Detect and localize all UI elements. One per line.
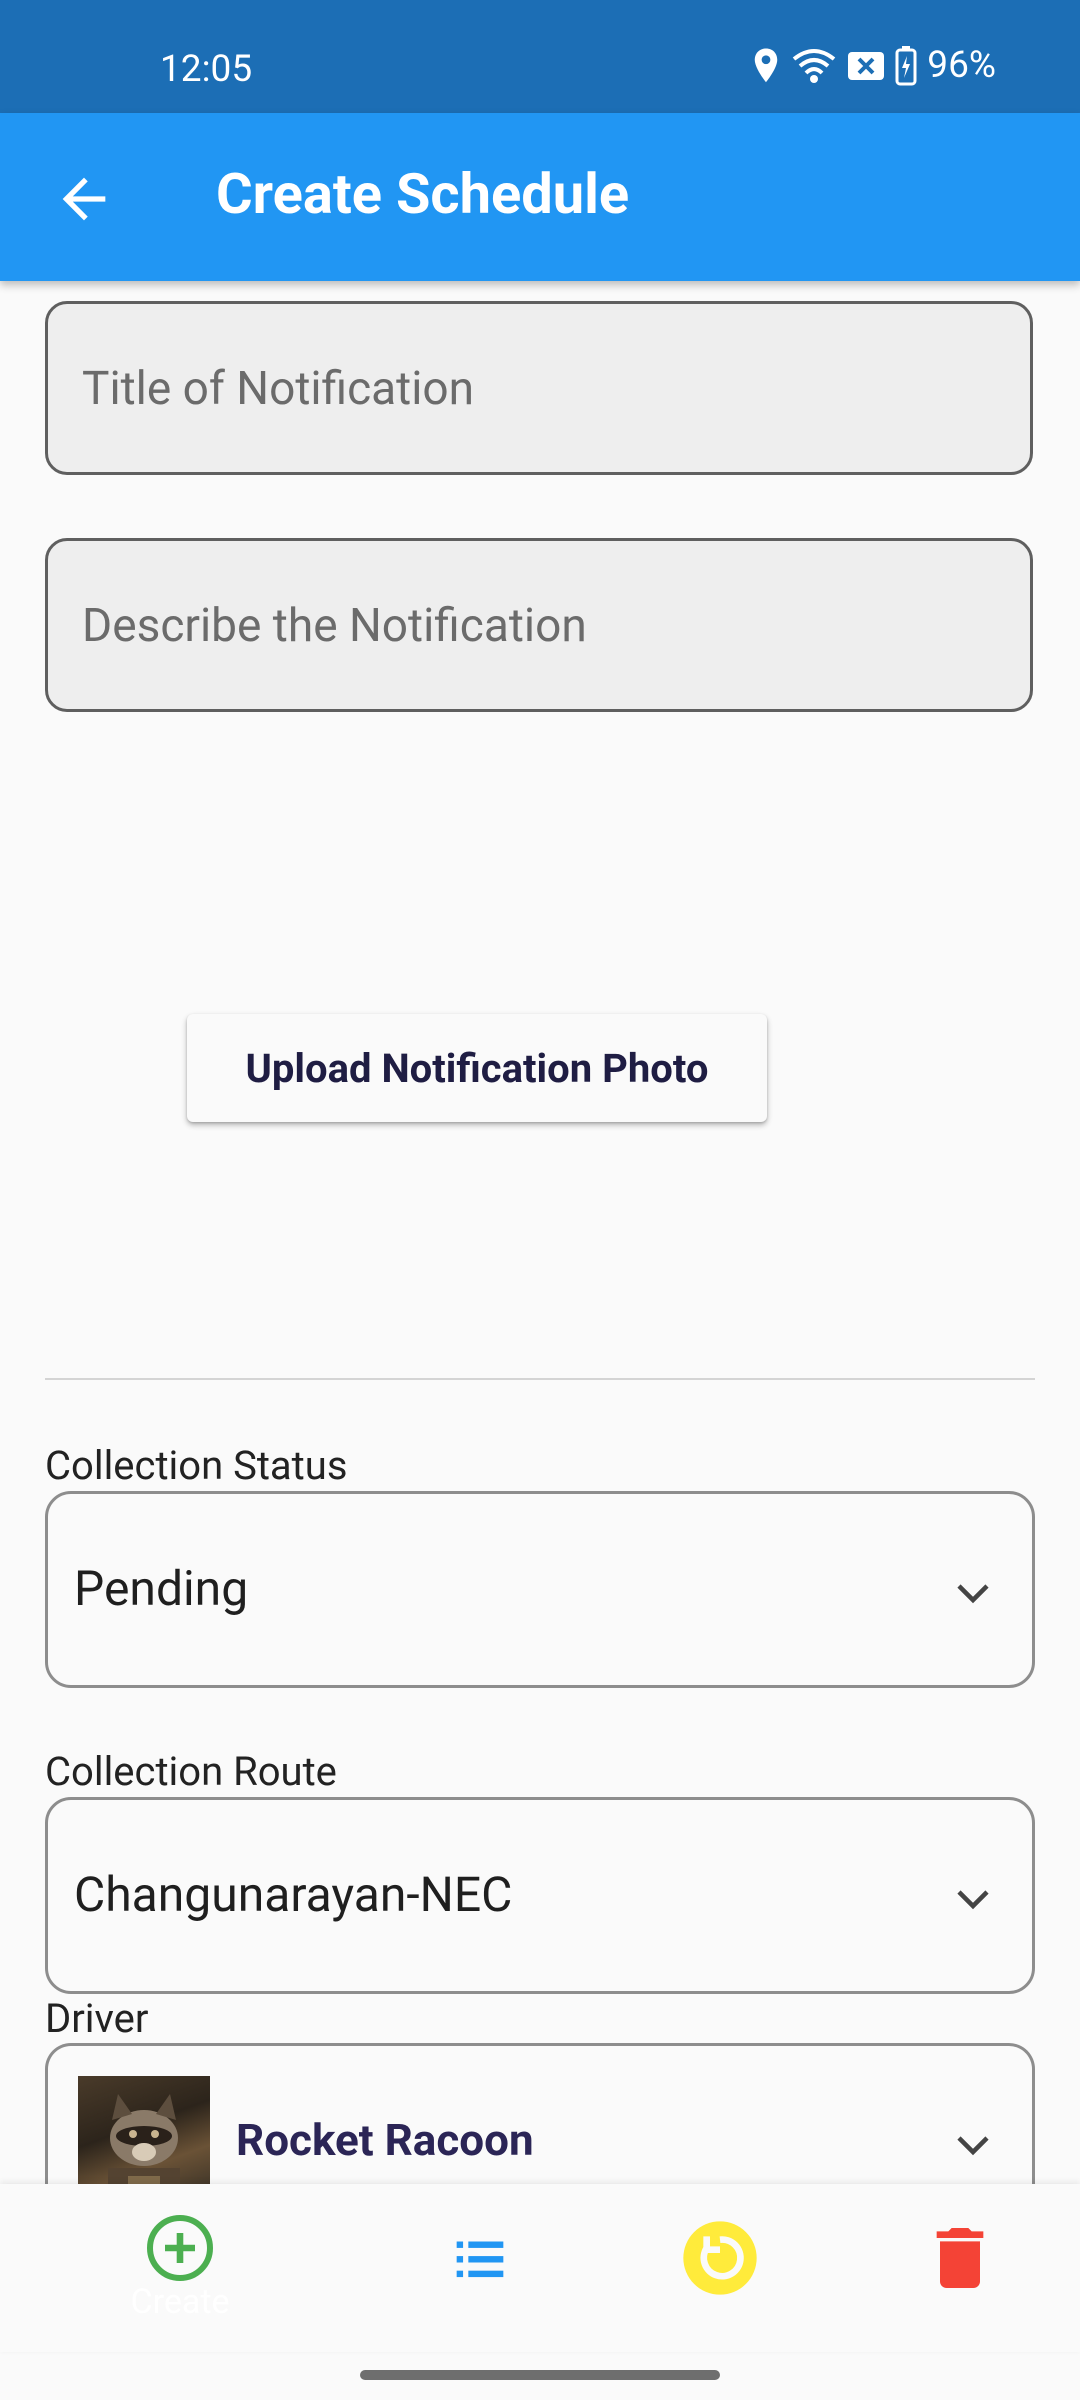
notification-title-placeholder: Title of Notification — [82, 362, 475, 416]
collection-route-label: Collection Route — [45, 1748, 337, 1795]
list-icon[interactable] — [430, 2224, 530, 2294]
collection-status-label: Collection Status — [45, 1442, 348, 1489]
collection-route-dropdown[interactable]: Changunarayan-NEC — [45, 1797, 1035, 1994]
app-bar: Create Schedule — [0, 113, 1080, 281]
battery-percent: 96% — [927, 44, 996, 87]
chevron-down-icon — [957, 1890, 989, 1910]
collection-route-value: Changunarayan-NEC — [74, 1866, 513, 1923]
driver-name: Rocket Racoon — [236, 2114, 534, 2166]
chevron-down-icon — [957, 2136, 989, 2156]
home-indicator[interactable] — [360, 2370, 720, 2380]
notification-description-placeholder: Describe the Notification — [82, 599, 587, 653]
battery-icon — [895, 45, 917, 85]
refresh-icon[interactable] — [670, 2218, 770, 2298]
bottom-navigation: Create — [0, 2184, 1080, 2352]
delete-icon[interactable] — [910, 2218, 1010, 2298]
collection-status-dropdown[interactable]: Pending — [45, 1491, 1035, 1688]
back-arrow-icon[interactable] — [52, 167, 116, 231]
create-label[interactable]: Create — [120, 2282, 240, 2322]
no-sim-icon — [848, 51, 885, 80]
upload-photo-button[interactable]: Upload Notification Photo — [187, 1014, 767, 1122]
collection-status-value: Pending — [74, 1560, 249, 1617]
location-icon — [755, 48, 778, 82]
wifi-icon — [793, 48, 836, 83]
divider — [45, 1378, 1035, 1380]
status-icons: 96% — [751, 44, 996, 87]
status-time: 12:05 — [160, 48, 253, 91]
notification-title-field[interactable]: Title of Notification — [45, 301, 1033, 475]
status-bar: 12:05 96% — [0, 0, 1080, 113]
driver-label: Driver — [45, 1995, 149, 2042]
chevron-down-icon — [957, 1584, 989, 1604]
add-circle-icon[interactable] — [130, 2212, 230, 2284]
page-title: Create Schedule — [216, 161, 630, 227]
notification-description-field[interactable]: Describe the Notification — [45, 538, 1033, 712]
